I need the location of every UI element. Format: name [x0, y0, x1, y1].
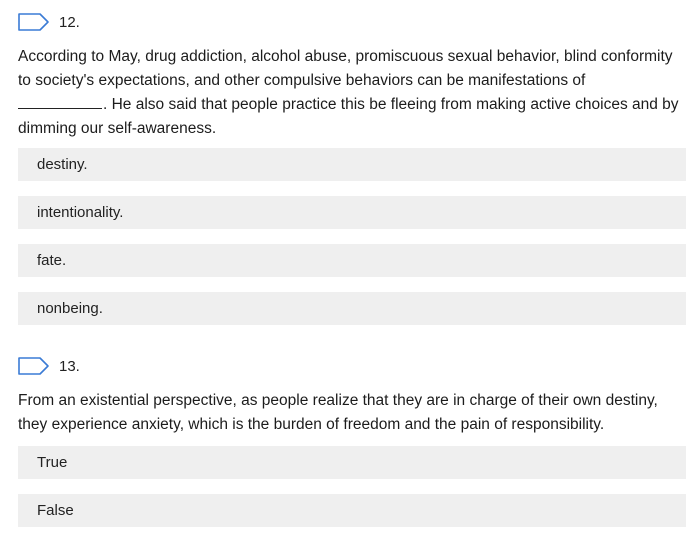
- answer-blank: [18, 94, 102, 109]
- question-13-header: 13.: [18, 354, 686, 378]
- answer-options: True False: [18, 446, 686, 527]
- answer-option-intentionality[interactable]: intentionality.: [18, 196, 686, 229]
- answer-options: destiny. intentionality. fate. nonbeing.: [18, 148, 686, 325]
- question-12-header: 12.: [18, 10, 686, 34]
- flag-icon[interactable]: [18, 357, 50, 375]
- question-number: 13.: [59, 357, 80, 375]
- question-number: 12.: [59, 13, 80, 31]
- answer-option-true[interactable]: True: [18, 446, 686, 479]
- flag-icon[interactable]: [18, 13, 50, 31]
- question-12: 12. According to May, drug addiction, al…: [18, 10, 686, 340]
- answer-option-fate[interactable]: fate.: [18, 244, 686, 277]
- answer-option-false[interactable]: False: [18, 494, 686, 527]
- question-text-part-1: According to May, drug addiction, alcoho…: [18, 48, 673, 89]
- question-text: From an existential perspective, as peop…: [18, 392, 658, 433]
- answer-option-destiny[interactable]: destiny.: [18, 148, 686, 181]
- question-13: 13. From an existential perspective, as …: [18, 354, 686, 542]
- question-text-part-2: . He also said that people practice this…: [18, 96, 679, 137]
- question-text: According to May, drug addiction, alcoho…: [18, 45, 686, 141]
- answer-option-nonbeing[interactable]: nonbeing.: [18, 292, 686, 325]
